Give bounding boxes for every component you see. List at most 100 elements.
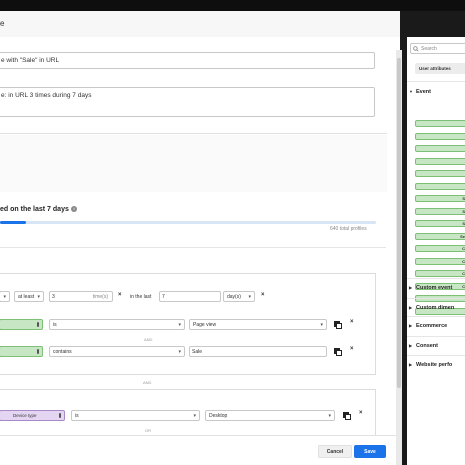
days-unit-value: day(s) [227, 293, 241, 300]
category-item[interactable]: ▶ Custom event [409, 285, 452, 291]
chevron-right-icon: ▶ [409, 305, 413, 310]
event-dimension-pill[interactable] [415, 182, 465, 190]
condition-scope-select[interactable]: ▾ [0, 291, 10, 302]
event-dimension-pill[interactable]: C [415, 245, 465, 252]
frequency-count-input[interactable]: 3 time(s) [49, 291, 113, 302]
operator-select[interactable]: is ▾ [71, 410, 200, 421]
value-text: Page view [193, 321, 217, 328]
chevron-down-icon: ▾ [37, 293, 40, 300]
divider [407, 336, 465, 337]
event-dimension-pill[interactable] [415, 145, 465, 152]
category-label: Ecommerce [416, 323, 448, 329]
in-the-last-label: in the last [130, 294, 152, 300]
category-event[interactable]: ▼ Event [409, 89, 431, 95]
copy-icon[interactable] [343, 412, 351, 420]
operator-value: is [75, 412, 79, 419]
close-icon[interactable]: × [261, 292, 265, 298]
value-text: Sale [192, 348, 203, 355]
divider [407, 316, 465, 317]
drag-handle-icon[interactable] [37, 349, 39, 354]
scrollbar-thumb[interactable] [397, 58, 401, 388]
drag-handle-icon[interactable] [59, 413, 61, 418]
segment-name-input[interactable]: e with "Sale" in URL [0, 52, 375, 69]
close-icon[interactable]: × [118, 292, 122, 298]
event-dimension-pill[interactable]: C [415, 257, 465, 265]
segment-name-value: e with "Sale" in URL [1, 57, 60, 64]
estimate-area [0, 135, 387, 192]
url-dimension-chip[interactable] [0, 346, 43, 357]
condition-group-1: ▾ at least ▾ 3 time(s) × in the last 7 d… [0, 273, 376, 375]
device-type-label: Device type [13, 413, 37, 418]
segment-description-value: e: in URL 3 times during 7 days [1, 92, 92, 99]
dimension-panel: Search User attributes ▼ Event S S S Se C C C C … [407, 37, 465, 465]
search-input[interactable]: Search [410, 43, 465, 54]
estimate-progress-bar [0, 221, 376, 224]
category-label: Website perfo [416, 362, 453, 368]
event-dimension-pill[interactable] [415, 157, 465, 165]
chevron-down-icon: ▾ [248, 293, 251, 300]
chevron-right-icon: ▶ [409, 285, 413, 290]
category-item[interactable]: ▶ Ecommerce [409, 323, 447, 329]
event-dimension-chip[interactable] [0, 319, 43, 330]
category-item[interactable]: ▶ Website perfo [409, 362, 452, 368]
chevron-down-icon: ▾ [193, 412, 196, 419]
divider [407, 278, 465, 279]
modal-footer: Cancel Save [0, 435, 400, 465]
divider [407, 298, 465, 299]
chevron-down-icon: ▾ [328, 412, 331, 419]
event-dimension-pill[interactable] [415, 120, 465, 127]
modal-scrollbar[interactable] [396, 50, 402, 465]
chevron-down-icon: ▾ [320, 321, 323, 328]
chevron-down-icon: ▾ [178, 321, 181, 328]
event-dimension-pill[interactable]: S [415, 220, 465, 227]
close-icon[interactable]: × [350, 346, 354, 352]
category-item[interactable]: ▶ Consent [409, 343, 438, 349]
days-unit-select[interactable]: day(s) ▾ [223, 291, 255, 302]
chevron-right-icon: ▶ [409, 323, 413, 328]
total-profiles-text: 640 total profiles [330, 226, 367, 232]
event-dimension-pill[interactable]: Se [415, 232, 465, 240]
and-connector: AND [144, 337, 153, 342]
info-icon[interactable]: i [71, 206, 77, 212]
operator-select[interactable]: is ▾ [49, 319, 185, 330]
category-label: Custom event [416, 285, 453, 291]
or-connector: OR [145, 428, 151, 433]
event-dimension-pill[interactable] [415, 132, 465, 140]
value-input[interactable]: Sale [189, 346, 327, 357]
modal-header: e [0, 11, 400, 37]
event-dimension-pill[interactable]: S [415, 207, 465, 215]
chevron-down-icon: ▼ [409, 89, 413, 94]
value-text: Desktop [209, 412, 228, 419]
segment-editor-modal: e with "Sale" in URL e: in URL 3 times d… [0, 37, 400, 465]
days-input[interactable]: 7 [159, 291, 221, 302]
days-value: 7 [162, 293, 165, 300]
drag-handle-icon[interactable] [37, 322, 39, 327]
estimate-label: ed on the last 7 days [0, 206, 69, 213]
user-attributes-button[interactable]: User attributes [415, 63, 465, 74]
divider [0, 247, 386, 248]
chevron-right-icon: ▶ [409, 343, 413, 348]
category-item[interactable]: ▶ Custom dimen [409, 305, 454, 311]
segment-details-card: e with "Sale" in URL e: in URL 3 times d… [0, 40, 387, 134]
device-type-chip[interactable]: Device type [0, 410, 65, 421]
operator-value: contains [53, 348, 72, 355]
segment-description-input[interactable]: e: in URL 3 times during 7 days [0, 87, 375, 117]
chevron-down-icon: ▾ [3, 293, 6, 300]
estimate-progress-fill [0, 221, 27, 224]
copy-icon[interactable] [334, 348, 342, 356]
operator-select[interactable]: contains ▾ [49, 346, 185, 357]
divider [407, 355, 465, 356]
event-dimension-pill[interactable]: S [415, 195, 465, 202]
value-select[interactable]: Page view ▾ [189, 319, 327, 330]
category-label: Event [416, 89, 431, 95]
save-button[interactable]: Save [354, 445, 386, 458]
cancel-button[interactable]: Cancel [318, 445, 352, 458]
frequency-operator-select[interactable]: at least ▾ [14, 291, 44, 302]
close-icon[interactable]: × [359, 410, 363, 416]
chevron-right-icon: ▶ [409, 362, 413, 367]
value-select[interactable]: Desktop ▾ [205, 410, 335, 421]
event-dimension-pill[interactable] [415, 170, 465, 177]
event-dimension-pill[interactable]: C [415, 270, 465, 277]
close-icon[interactable]: × [350, 319, 354, 325]
copy-icon[interactable] [334, 321, 342, 329]
